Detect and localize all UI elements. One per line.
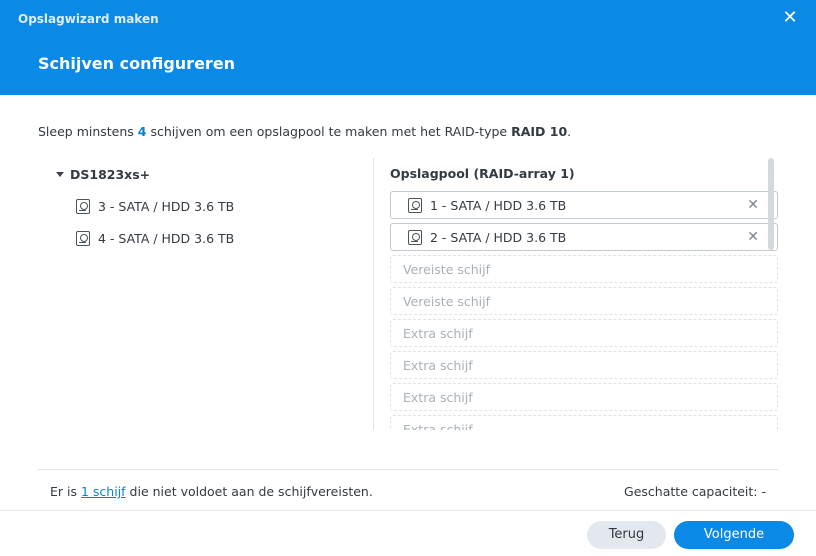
hdd-icon: [76, 198, 90, 214]
slot-placeholder: Extra schijf: [403, 421, 473, 431]
raid-type: RAID 10: [511, 124, 568, 139]
footer-divider: [0, 510, 816, 511]
scrollbar-thumb[interactable]: [768, 158, 774, 250]
content-divider: [38, 469, 778, 470]
disk-label: 1 - SATA / HDD 3.6 TB: [430, 197, 567, 213]
storage-pool-panel: Opslagpool (RAID-array 1) 1 - SATA / HDD…: [390, 158, 780, 430]
required-disk-slot[interactable]: Vereiste schijf: [390, 255, 778, 283]
warning-prefix: Er is: [50, 484, 81, 499]
instruction-prefix: Sleep minstens: [38, 124, 138, 139]
available-disks-panel: DS1823xs+ 3 - SATA / HDD 3.6 TB 4 - SATA…: [38, 158, 372, 430]
disk-label: 4 - SATA / HDD 3.6 TB: [98, 230, 235, 246]
remove-disk-icon[interactable]: ✕: [747, 229, 759, 245]
step-title: Schijven configureren: [38, 54, 236, 73]
slot-placeholder: Vereiste schijf: [403, 261, 491, 277]
slot-placeholder: Vereiste schijf: [403, 293, 491, 309]
disk-label: 2 - SATA / HDD 3.6 TB: [430, 229, 567, 245]
close-icon: ✕: [782, 7, 798, 28]
available-disk-item[interactable]: 4 - SATA / HDD 3.6 TB: [76, 229, 234, 247]
disk-warning: Er is 1 schijf die niet voldoet aan de s…: [50, 484, 373, 499]
extra-disk-slot[interactable]: Extra schijf: [390, 319, 778, 347]
window-title: Opslagwizard maken: [18, 12, 159, 26]
device-tree-node[interactable]: DS1823xs+: [56, 166, 150, 182]
hdd-icon: [76, 230, 90, 246]
panel-divider: [373, 158, 374, 430]
extra-disk-slot[interactable]: Extra schijf: [390, 415, 778, 430]
instruction-text: Sleep minstens 4 schijven om een opslagp…: [38, 124, 571, 139]
slot-placeholder: Extra schijf: [403, 389, 473, 405]
required-disk-slot[interactable]: Vereiste schijf: [390, 287, 778, 315]
wizard-header: Opslagwizard maken ✕ Schijven configurer…: [0, 0, 816, 95]
disk-label: 3 - SATA / HDD 3.6 TB: [98, 198, 235, 214]
extra-disk-slot[interactable]: Extra schijf: [390, 383, 778, 411]
slot-placeholder: Extra schijf: [403, 325, 473, 341]
assigned-disk-slot[interactable]: 1 - SATA / HDD 3.6 TB ✕: [390, 191, 778, 219]
close-button[interactable]: ✕: [780, 8, 800, 28]
slot-placeholder: Extra schijf: [403, 357, 473, 373]
instruction-middle: schijven om een opslagpool te maken met …: [146, 124, 512, 139]
available-disk-item[interactable]: 3 - SATA / HDD 3.6 TB: [76, 197, 234, 215]
caret-down-icon[interactable]: [56, 171, 64, 177]
assigned-disk-slot[interactable]: 2 - SATA / HDD 3.6 TB ✕: [390, 223, 778, 251]
extra-disk-slot[interactable]: Extra schijf: [390, 351, 778, 379]
remove-disk-icon[interactable]: ✕: [747, 197, 759, 213]
pool-scrollbar[interactable]: [767, 158, 775, 430]
next-button[interactable]: Volgende: [674, 521, 794, 549]
hdd-icon: [408, 197, 422, 213]
hdd-icon: [408, 229, 422, 245]
estimated-capacity: Geschatte capaciteit: -: [624, 484, 766, 499]
incompatible-disk-link[interactable]: 1 schijf: [81, 484, 126, 499]
device-name: DS1823xs+: [70, 166, 151, 182]
back-button[interactable]: Terug: [587, 521, 666, 549]
pool-title: Opslagpool (RAID-array 1): [390, 166, 575, 181]
instruction-suffix: .: [567, 124, 572, 139]
warning-suffix: die niet voldoet aan de schijfvereisten.: [125, 484, 373, 499]
